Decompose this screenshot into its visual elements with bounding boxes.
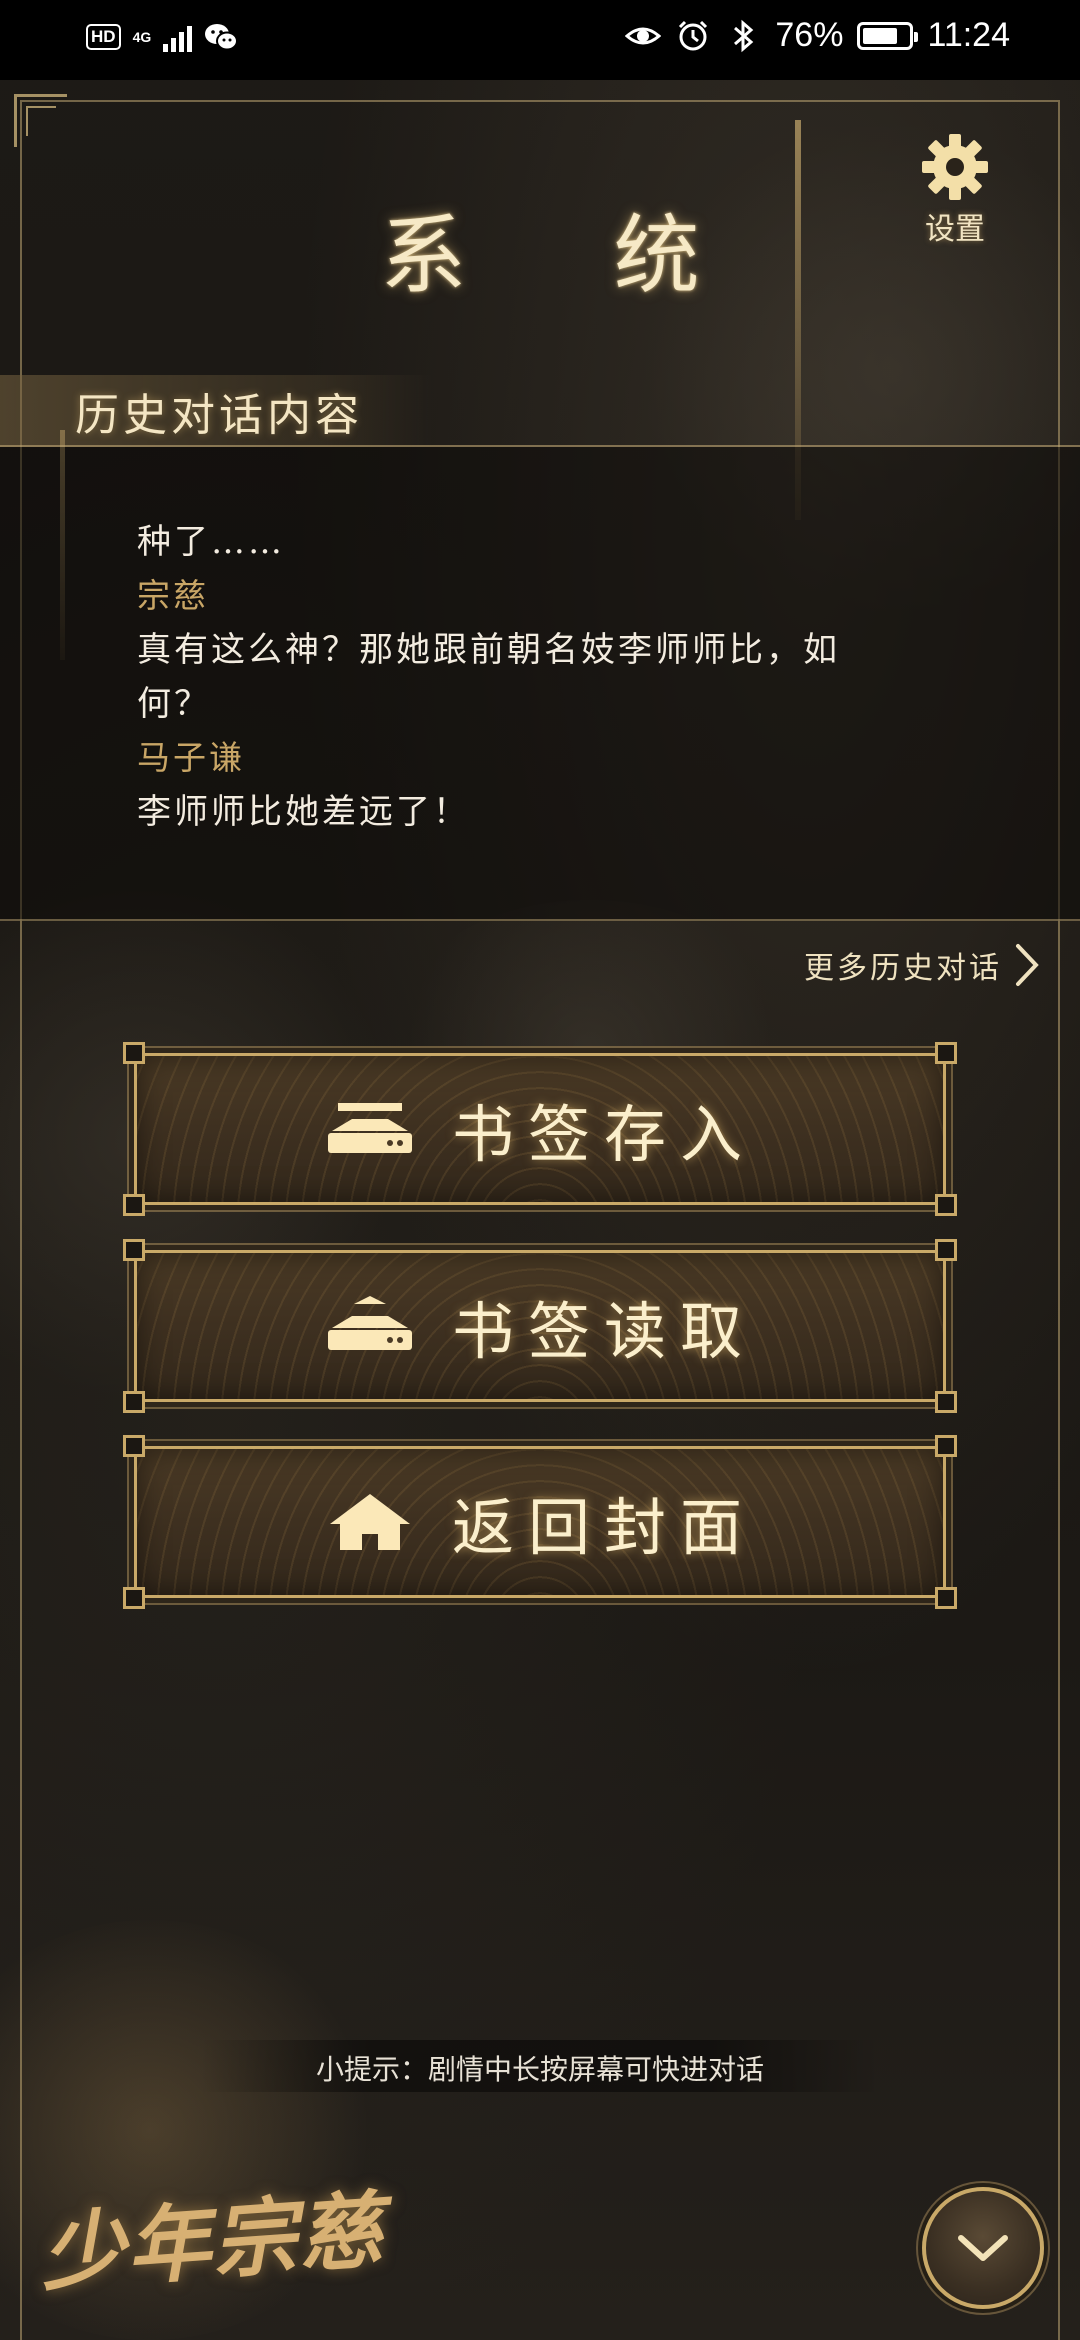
status-bar: HD 4G 76% 11:24 — [0, 0, 1080, 80]
dialogue-line: 种了…… — [137, 522, 285, 562]
home-icon — [329, 1494, 410, 1550]
chevron-down-icon — [958, 2235, 1008, 2261]
bookmark-save-icon — [327, 1103, 412, 1153]
chevron-right-icon — [1016, 944, 1039, 986]
dialogue-list: 种了…… 宗慈 真有这么神？那她跟前朝名妓李师师比，如 何？ 马子谦 李师师比她… — [137, 515, 917, 839]
history-header: 历史对话内容 — [0, 375, 1080, 447]
game-logo: 少年宗慈 — [37, 2180, 388, 2303]
collapse-menu-button[interactable] — [922, 2187, 1044, 2309]
settings-label: 设置 — [925, 212, 985, 247]
network-type: 4G — [132, 29, 152, 45]
bluetooth-icon — [734, 19, 754, 52]
eye-icon — [625, 27, 662, 44]
bookmark-save-button[interactable]: 书签存入 — [123, 1042, 957, 1216]
return-cover-label: 返回封面 — [451, 1491, 756, 1564]
settings-button[interactable]: 设置 — [910, 132, 1000, 252]
speaker-name: 宗慈 — [137, 576, 209, 615]
history-title: 历史对话内容 — [75, 390, 363, 441]
bookmark-load-label: 书签读取 — [451, 1295, 756, 1368]
dialogue-line: 李师师比她差远了！ — [137, 792, 470, 832]
bookmark-save-label: 书签存入 — [451, 1098, 756, 1171]
more-history-link[interactable]: 更多历史对话 — [804, 942, 1040, 988]
bookmark-load-button[interactable]: 书签读取 — [123, 1239, 957, 1413]
dialogue-line: 真有这么神？那她跟前朝名妓李师师比，如 — [137, 630, 840, 670]
hd-badge: HD — [86, 24, 121, 50]
speaker-name: 马子谦 — [137, 738, 245, 777]
return-cover-button[interactable]: 返回封面 — [123, 1435, 957, 1609]
wechat-icon — [205, 24, 239, 51]
battery-icon — [857, 21, 919, 50]
frame-corner-inner-deco — [26, 106, 56, 136]
game-system-screen: HD 4G 76% 11:24 系 统 设置 历史对话内容 种了…… 宗慈 真有… — [0, 0, 1080, 2340]
clock: 11:24 — [927, 16, 1010, 54]
signal-icon — [163, 22, 193, 52]
more-history-label: 更多历史对话 — [804, 951, 1002, 986]
battery-percent: 76% — [775, 16, 844, 54]
hint-text: 小提示：剧情中长按屏幕可快进对话 — [315, 2053, 764, 2086]
alarm-icon — [679, 20, 708, 50]
gear-icon — [922, 134, 988, 200]
bookmark-load-icon — [327, 1296, 412, 1350]
dialogue-line: 何？ — [137, 684, 211, 724]
